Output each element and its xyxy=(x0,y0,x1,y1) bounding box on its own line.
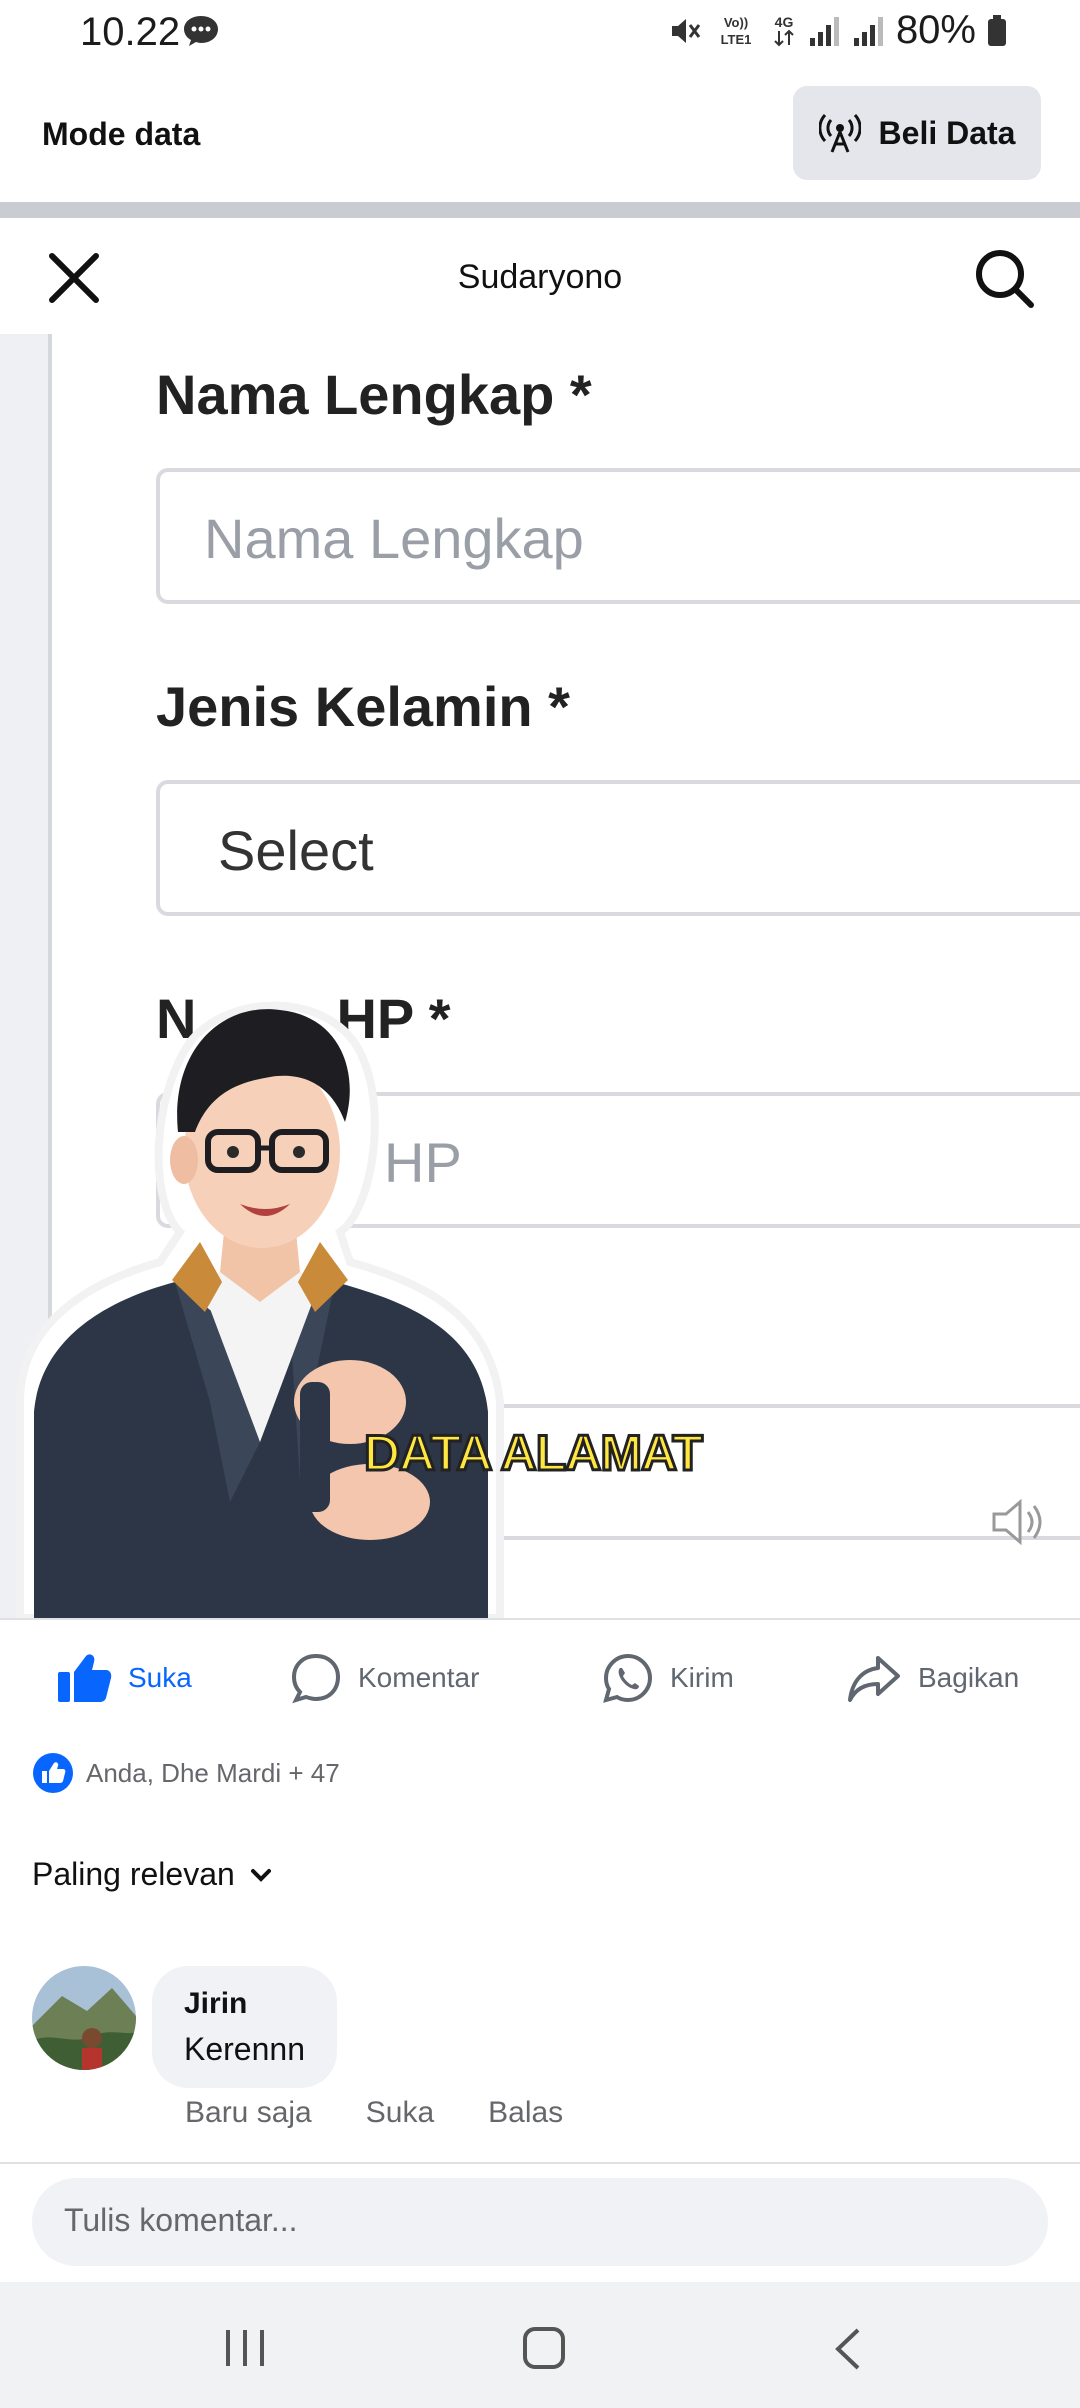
comment-reply-button[interactable]: Balas xyxy=(488,2096,563,2130)
status-bar: 10.22 Vo)) LTE1 4G 80% xyxy=(0,0,1080,66)
data-mode-label: Mode data xyxy=(42,116,201,152)
share-button[interactable]: Bagikan xyxy=(838,1620,1080,1736)
system-nav-bar xyxy=(0,2282,1080,2408)
like-reaction-icon xyxy=(33,1753,73,1793)
comment-text: Kerennn xyxy=(184,2031,305,2067)
chevron-down-icon xyxy=(250,1868,271,1882)
reactions-text: Anda, Dhe Mardi + 47 xyxy=(86,1757,340,1788)
thumbs-up-icon xyxy=(58,1654,112,1702)
battery-icon xyxy=(988,14,1006,46)
svg-text:LTE1: LTE1 xyxy=(721,32,752,47)
send-label: Kirim xyxy=(670,1662,734,1693)
sort-label: Paling relevan xyxy=(32,1856,235,1892)
video-header: Sudaryono xyxy=(0,218,1080,334)
form-label-full-name: Nama Lengkap * xyxy=(156,363,592,426)
recent-apps-icon[interactable] xyxy=(222,2328,268,2368)
comment-input-placeholder: Tulis komentar... xyxy=(64,2202,298,2238)
battery-percent: 80% xyxy=(895,8,976,52)
section-divider xyxy=(0,202,1080,218)
signal-icon-1 xyxy=(809,16,839,46)
share-icon xyxy=(848,1656,900,1702)
buy-data-button[interactable]: Beli Data xyxy=(793,86,1041,180)
video-player[interactable]: Nama Lengkap * Nama Lengkap Jenis Kelami… xyxy=(0,334,1080,1618)
mute-icon xyxy=(671,18,701,43)
comment-label: Komentar xyxy=(358,1662,480,1693)
full-name-field: Nama Lengkap xyxy=(156,468,1080,604)
comment-like-button[interactable]: Suka xyxy=(366,2096,434,2130)
comment-bubble[interactable]: Jirin Kerennn xyxy=(152,1966,337,2088)
commenter-avatar[interactable] xyxy=(32,1966,136,2070)
comment-input[interactable]: Tulis komentar... xyxy=(32,2178,1048,2266)
comment-button[interactable]: Komentar xyxy=(290,1620,592,1736)
like-button[interactable]: Suka xyxy=(0,1620,290,1736)
comment-sort-dropdown[interactable]: Paling relevan xyxy=(32,1856,273,1893)
antenna-icon xyxy=(818,113,861,153)
comment-meta: Baru saja Suka Balas xyxy=(185,2096,563,2130)
post-actions-bar: Suka Komentar Kirim Bagikan xyxy=(0,1620,1080,1736)
share-label: Bagikan xyxy=(918,1662,1020,1693)
volume-icon[interactable] xyxy=(990,1494,1052,1550)
comment-author[interactable]: Jirin xyxy=(184,1982,305,2026)
comment-icon xyxy=(291,1653,341,1704)
back-icon[interactable] xyxy=(830,2326,864,2372)
signal-icon-2 xyxy=(853,16,883,46)
svg-text:4G: 4G xyxy=(775,14,794,30)
home-icon[interactable] xyxy=(522,2326,566,2370)
form-label-gender: Jenis Kelamin * xyxy=(156,675,570,738)
status-time: 10.22 xyxy=(80,10,181,54)
avatar-image xyxy=(32,1966,136,2070)
message-notification-icon xyxy=(184,16,218,46)
video-caption: DATA ALAMAT xyxy=(363,1424,705,1483)
composer-divider xyxy=(0,2162,1080,2164)
gender-select-value: Select xyxy=(218,819,374,882)
whatsapp-icon xyxy=(603,1653,653,1703)
page-title: Sudaryono xyxy=(457,258,623,296)
comment-time: Baru saja xyxy=(185,2096,312,2129)
full-name-placeholder: Nama Lengkap xyxy=(204,507,584,570)
presenter-character-image xyxy=(16,1001,504,1618)
search-icon[interactable] xyxy=(972,246,1036,310)
network-4g-icon: 4G xyxy=(774,14,794,46)
send-button[interactable]: Kirim xyxy=(592,1620,838,1736)
buy-data-label: Beli Data xyxy=(878,114,1016,151)
gender-select: Select xyxy=(156,780,1080,916)
data-mode-bar: Mode data Beli Data xyxy=(0,66,1080,202)
volte-icon: Vo)) LTE1 xyxy=(721,15,752,47)
reactions-summary[interactable]: Anda, Dhe Mardi + 47 xyxy=(32,1752,340,1794)
svg-text:Vo)): Vo)) xyxy=(724,15,748,30)
status-icons: Vo)) LTE1 4G 80% xyxy=(668,8,1008,53)
like-label: Suka xyxy=(128,1662,192,1693)
